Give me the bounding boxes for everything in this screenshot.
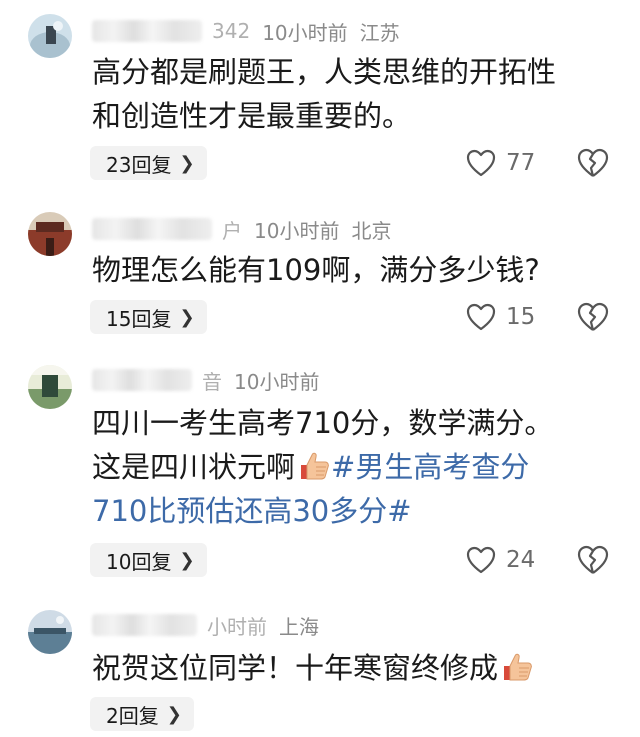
comment-time: 10小时前 <box>234 369 320 394</box>
like-button[interactable]: 24 <box>466 543 535 577</box>
comment-3: 音 10小时前 四川一考生高考710分，数学满分。 这是四川状元啊 #男生高考查分… <box>0 355 640 595</box>
thumbs-up-emoji-icon <box>301 452 329 480</box>
comment-text: 高分都是刷题王，人类思维的开拓性 和创造性才是最重要的。 <box>92 50 620 138</box>
heart-outline-icon <box>466 303 496 331</box>
replies-button[interactable]: 15回复 ❯ <box>90 300 207 334</box>
comment-4: 小时前 上海 祝贺这位同学！十年寒窗终修成 2回复 ❯ <box>0 600 640 737</box>
comment-meta: 音 10小时前 <box>92 365 331 395</box>
comment-time: 10小时前 <box>262 20 348 45</box>
like-count: 24 <box>506 547 536 573</box>
avatar[interactable] <box>28 212 72 256</box>
comment-text-line: 和创造性才是最重要的。 <box>92 99 412 133</box>
comment-text-line: 祝贺这位同学！十年寒窗终修成 <box>92 646 620 690</box>
comment-1: 342 10小时前 江苏 高分都是刷题王，人类思维的开拓性 和创造性才是最重要的… <box>0 0 640 190</box>
comment-meta: 342 10小时前 江苏 <box>92 16 400 46</box>
replies-count: 10回复 <box>106 549 172 574</box>
username-tail: 户 <box>222 218 242 243</box>
thumbs-up-emoji-icon <box>504 653 532 681</box>
username-blurred[interactable] <box>92 369 192 391</box>
replies-button[interactable]: 10回复 ❯ <box>90 543 207 577</box>
comment-text-segment: 祝贺这位同学！十年寒窗终修成 <box>92 651 499 685</box>
username-blurred[interactable] <box>92 218 212 240</box>
comment-text-segment: 这是四川状元啊 <box>92 450 296 484</box>
comment-location: 江苏 <box>359 20 400 45</box>
comment-text: 物理怎么能有109啊，满分多少钱? <box>92 248 620 292</box>
comment-text-line: 高分都是刷题王，人类思维的开拓性 <box>92 55 557 89</box>
comment-meta: 户 10小时前 北京 <box>92 214 391 244</box>
broken-heart-icon[interactable] <box>576 300 610 334</box>
comment-text-line: 这是四川状元啊 #男生高考查分 <box>92 445 620 489</box>
comment-time: 10小时前 <box>254 218 340 243</box>
chevron-right-icon: ❯ <box>179 549 195 571</box>
comment-meta: 小时前 上海 <box>92 610 319 640</box>
chevron-right-icon: ❯ <box>166 703 182 725</box>
comment-text-line: 四川一考生高考710分，数学满分。 <box>92 406 554 440</box>
comment-2: 户 10小时前 北京 物理怎么能有109啊，满分多少钱? 15回复 ❯ 15 <box>0 200 640 350</box>
chevron-right-icon: ❯ <box>179 306 195 328</box>
replies-count: 15回复 <box>106 306 172 331</box>
username-tail: 342 <box>212 19 251 43</box>
avatar[interactable] <box>28 14 72 58</box>
replies-button[interactable]: 2回复 ❯ <box>90 697 194 731</box>
avatar[interactable] <box>28 365 72 409</box>
comment-location: 北京 <box>351 218 392 243</box>
replies-count: 2回复 <box>106 703 159 728</box>
comment-location: 上海 <box>279 614 319 639</box>
avatar[interactable] <box>28 610 72 654</box>
replies-button[interactable]: 23回复 ❯ <box>90 146 207 180</box>
like-button[interactable]: 15 <box>466 300 535 334</box>
username-tail: 音 <box>202 369 222 394</box>
heart-outline-icon <box>466 149 496 177</box>
username-blurred[interactable] <box>92 20 202 42</box>
comment-text: 祝贺这位同学！十年寒窗终修成 <box>92 646 620 690</box>
hashtag-link-continued[interactable]: 710比预估还高30多分# <box>92 489 620 533</box>
heart-outline-icon <box>466 546 496 574</box>
comment-text-line: 物理怎么能有109啊，满分多少钱? <box>92 253 540 287</box>
like-button[interactable]: 77 <box>466 146 535 180</box>
like-count: 77 <box>506 150 536 176</box>
like-count: 15 <box>506 304 536 330</box>
broken-heart-icon[interactable] <box>576 543 610 577</box>
username-tail: 小时前 <box>207 614 267 639</box>
chevron-right-icon: ❯ <box>179 152 195 174</box>
hashtag-link[interactable]: #男生高考查分 <box>331 450 529 484</box>
username-blurred[interactable] <box>92 614 197 636</box>
comment-text: 四川一考生高考710分，数学满分。 这是四川状元啊 #男生高考查分 710比预估还… <box>92 401 620 533</box>
replies-count: 23回复 <box>106 152 172 177</box>
broken-heart-icon[interactable] <box>576 146 610 180</box>
